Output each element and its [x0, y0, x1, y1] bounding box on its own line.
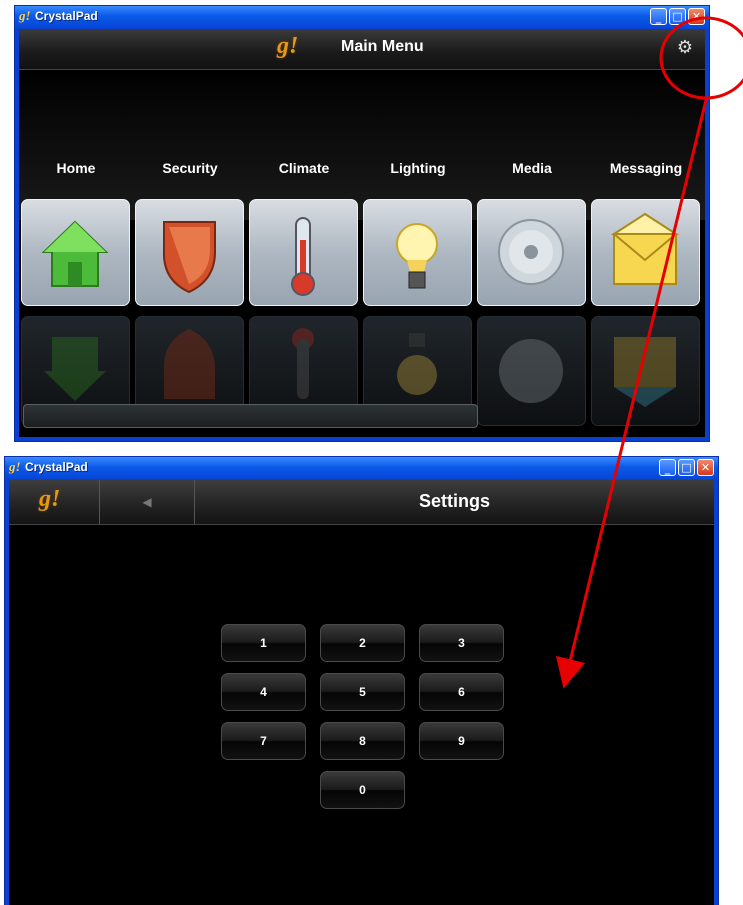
back-arrow-icon: ◀: [142, 495, 152, 509]
main-menu-header: g! Main Menu ⚙: [19, 29, 705, 70]
maximize-button[interactable]: □: [669, 8, 686, 25]
thermometer-icon: [291, 217, 315, 296]
keypad-key-7[interactable]: 7: [221, 722, 306, 760]
window-controls: _ □ ✕: [659, 459, 714, 476]
light-bulb-icon: [396, 223, 438, 289]
keypad-key-1[interactable]: 1: [221, 624, 306, 662]
close-button[interactable]: ✕: [688, 8, 705, 25]
app-icon: g!: [19, 8, 31, 23]
tile-label-lighting: Lighting: [390, 160, 446, 176]
security-tile[interactable]: [135, 199, 244, 306]
disc-icon: [498, 219, 564, 285]
messaging-tile-reflection: [591, 316, 700, 426]
close-icon: ✕: [700, 461, 711, 474]
maximize-button[interactable]: □: [678, 459, 695, 476]
shield-icon: [162, 221, 216, 294]
home-tile[interactable]: [21, 199, 130, 306]
envelope-icon-reflection: [614, 337, 676, 407]
lighting-tile[interactable]: [363, 199, 472, 306]
back-button[interactable]: ◀: [100, 480, 195, 524]
app-icon: g!: [9, 459, 21, 474]
maximize-icon: □: [681, 461, 692, 474]
settings-header: g! ◀ Settings: [9, 480, 714, 525]
keypad-key-6[interactable]: 6: [419, 673, 504, 711]
close-icon: ✕: [691, 10, 702, 23]
keypad-key-4[interactable]: 4: [221, 673, 306, 711]
keypad-key-8[interactable]: 8: [320, 722, 405, 760]
window-title: CrystalPad: [25, 460, 88, 474]
tile-label-climate: Climate: [278, 160, 330, 176]
tile-label-media: Media: [512, 160, 552, 176]
keypad-key-2[interactable]: 2: [320, 624, 405, 662]
tile-label-home: Home: [56, 160, 96, 176]
app-logo: g!: [39, 486, 61, 512]
page-title: Main Menu: [341, 38, 424, 55]
main-menu-window: g! CrystalPad _ □ ✕ g! Main Menu ⚙ Home …: [14, 5, 710, 442]
tile-label-security: Security: [162, 160, 218, 176]
minimize-icon: _: [655, 11, 662, 24]
title-bar[interactable]: g! CrystalPad _ □ ✕: [15, 6, 709, 28]
keypad-key-5[interactable]: 5: [320, 673, 405, 711]
climate-tile[interactable]: [249, 199, 358, 306]
settings-window: g! CrystalPad _ □ ✕ g! ◀ Settings 1 2 3 …: [4, 456, 719, 905]
title-bar[interactable]: g! CrystalPad _ □ ✕: [5, 457, 718, 479]
tile-label-messaging: Messaging: [609, 160, 683, 176]
keypad-key-9[interactable]: 9: [419, 722, 504, 760]
minimize-button[interactable]: _: [659, 459, 676, 476]
media-tile[interactable]: [477, 199, 586, 306]
minimize-button[interactable]: _: [650, 8, 667, 25]
menu-backdrop: [19, 70, 705, 220]
house-icon: [41, 220, 109, 287]
keypad-key-3[interactable]: 3: [419, 624, 504, 662]
keypad-key-0[interactable]: 0: [320, 771, 405, 809]
page-title: Settings: [418, 491, 490, 511]
minimize-icon: _: [664, 462, 671, 475]
gear-icon[interactable]: ⚙: [675, 38, 695, 58]
maximize-icon: □: [672, 10, 683, 23]
messaging-tile[interactable]: [591, 199, 700, 306]
main-menu-client: g! Main Menu ⚙ Home Security Climate Lig…: [19, 29, 705, 437]
disc-icon-reflection: [499, 339, 563, 403]
close-button[interactable]: ✕: [697, 459, 714, 476]
settings-client: g! ◀ Settings 1 2 3 4 5 6 7 8 9 0: [9, 480, 714, 905]
app-logo: g!: [277, 33, 299, 59]
envelope-icon: [610, 212, 680, 285]
status-bar: [23, 404, 478, 428]
window-title: CrystalPad: [35, 9, 98, 23]
window-controls: _ □ ✕: [650, 8, 705, 25]
media-tile-reflection: [477, 316, 586, 426]
logo-cell[interactable]: g!: [9, 480, 100, 524]
